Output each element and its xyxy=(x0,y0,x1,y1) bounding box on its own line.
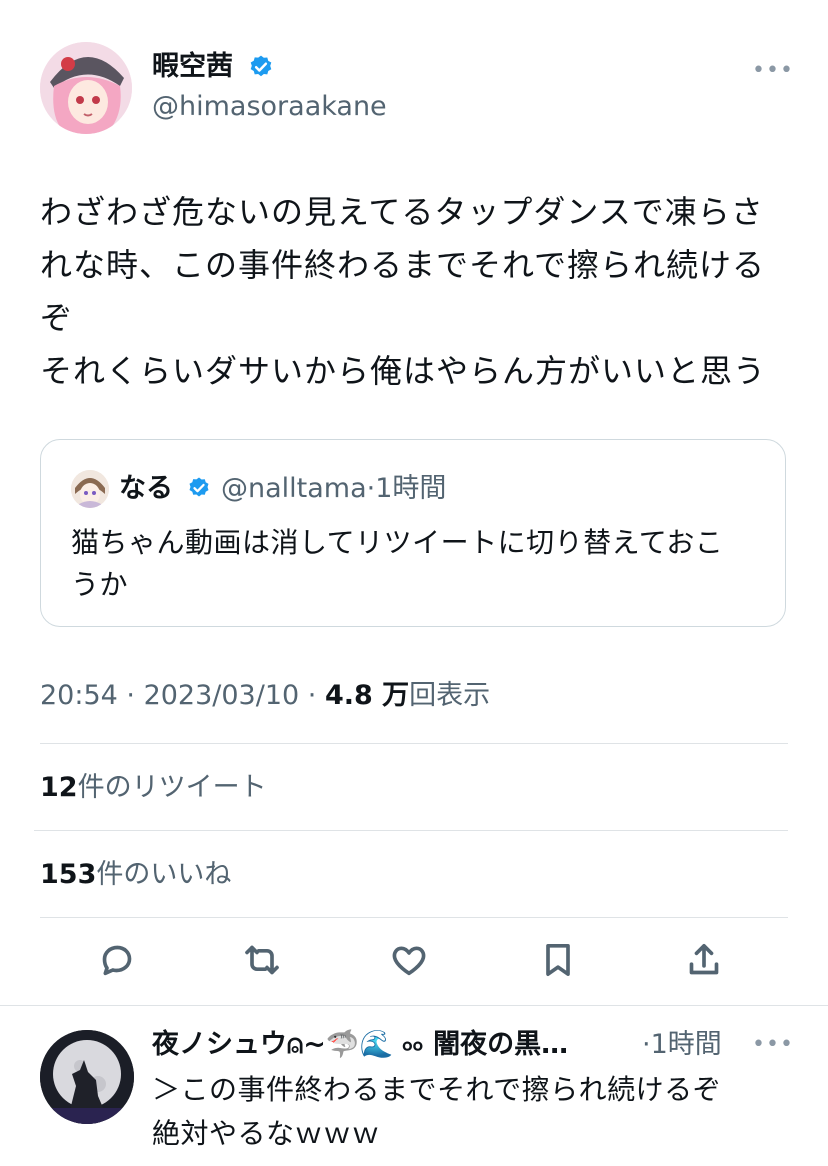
divider xyxy=(40,743,788,744)
verified-badge-icon xyxy=(187,476,211,500)
verified-badge-icon xyxy=(248,54,274,80)
quoted-tweet-text: 猫ちゃん動画は消してリツイートに切り替えておこ うか xyxy=(71,522,771,606)
share-icon xyxy=(689,944,719,975)
likes-stat[interactable]: 153件のいいね xyxy=(40,858,231,892)
bookmark-button[interactable] xyxy=(538,940,586,988)
like-button[interactable] xyxy=(389,940,437,988)
tweet-line: ぞ xyxy=(40,299,74,337)
view-count: 4.8 万 xyxy=(324,680,410,711)
reply-time: ·1時間 xyxy=(642,1029,722,1060)
divider xyxy=(40,917,788,918)
reply-line: 絶対やるなｗｗｗ xyxy=(152,1117,381,1150)
author-handle[interactable]: @himasoraakane xyxy=(152,90,387,124)
tweet-line: れな時、この事件終わるまでそれで擦られ続ける xyxy=(40,246,766,284)
quoted-time: 1時間 xyxy=(375,473,447,504)
reply-icon xyxy=(102,945,132,976)
quoted-tweet-card[interactable]: なる @nalltama·1時間 猫ちゃん動画は消してリツイートに切り替えておこ… xyxy=(40,439,786,627)
tweet-line: それくらいダサいから俺はやらん方がいいと思う xyxy=(40,352,767,390)
more-options-icon[interactable]: ••• xyxy=(752,58,794,83)
reply-line: ＞この事件終わるまでそれで擦られ続けるぞ xyxy=(152,1073,722,1106)
likes-count: 153 xyxy=(40,859,97,890)
share-button[interactable] xyxy=(684,940,732,988)
quoted-author-avatar xyxy=(71,470,109,508)
author-avatar[interactable] xyxy=(40,42,132,134)
retweet-button[interactable] xyxy=(242,940,290,988)
retweets-stat[interactable]: 12件のリツイート xyxy=(40,771,267,805)
reply-author-avatar[interactable] xyxy=(40,1030,134,1124)
meta-dot: · xyxy=(117,680,144,711)
divider xyxy=(0,1005,828,1006)
meta-dot: · xyxy=(299,680,325,711)
view-label: 回表示 xyxy=(409,680,491,711)
retweets-count: 12 xyxy=(40,772,78,803)
quoted-line: うか xyxy=(71,568,129,601)
quoted-author-handle: @nalltama·1時間 xyxy=(221,472,446,506)
retweet-icon xyxy=(245,945,279,975)
tweet-text: わざわざ危ないの見えてるタップダンスで凍らさ れな時、この事件終わるまでそれで擦… xyxy=(40,186,800,398)
quoted-author-name: なる xyxy=(119,473,173,504)
retweets-label: 件のリツイート xyxy=(77,772,267,803)
quoted-handle-text: @nalltama xyxy=(221,473,367,504)
like-icon xyxy=(392,946,426,976)
reply-author-name[interactable]: 夜ノシュウ⍝~🦈🌊 ৹৹ 闇夜の黒… xyxy=(152,1027,568,1063)
reply-button[interactable] xyxy=(97,940,145,988)
bookmark-icon xyxy=(546,944,570,976)
tweet-line: わざわざ危ないの見えてるタップダンスで凍らさ xyxy=(40,193,764,231)
more-options-icon[interactable]: ••• xyxy=(752,1032,794,1057)
tweet-date: 2023/03/10 xyxy=(143,680,300,711)
tweet-time: 20:54 xyxy=(40,680,118,711)
author-display-name[interactable]: 暇空茜 xyxy=(152,50,233,84)
likes-label: 件のいいね xyxy=(96,859,232,890)
reply-text: ＞この事件終わるまでそれで擦られ続けるぞ 絶対やるなｗｗｗ xyxy=(152,1068,792,1156)
divider xyxy=(34,830,788,831)
quoted-line: 猫ちゃん動画は消してリツイートに切り替えておこ xyxy=(71,526,724,559)
quoted-separator: · xyxy=(366,473,376,504)
tweet-meta: 20:54 · 2023/03/10 · 4.8 万回表示 xyxy=(40,678,490,714)
